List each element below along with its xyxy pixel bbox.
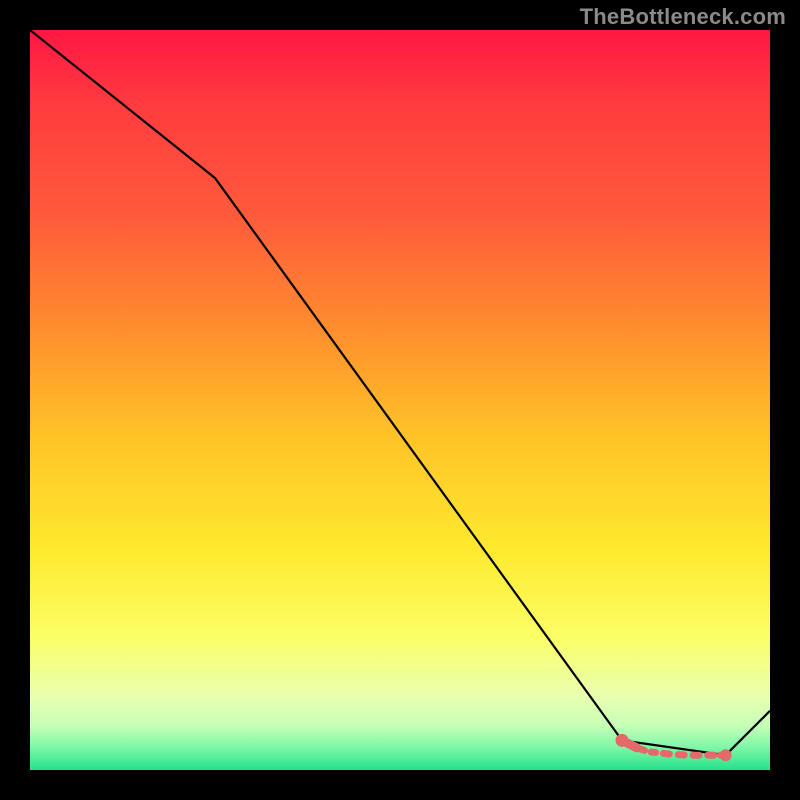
watermark-text: TheBottleneck.com (580, 4, 786, 30)
chart-plot-area (30, 30, 770, 770)
chart-stage: TheBottleneck.com (0, 0, 800, 800)
